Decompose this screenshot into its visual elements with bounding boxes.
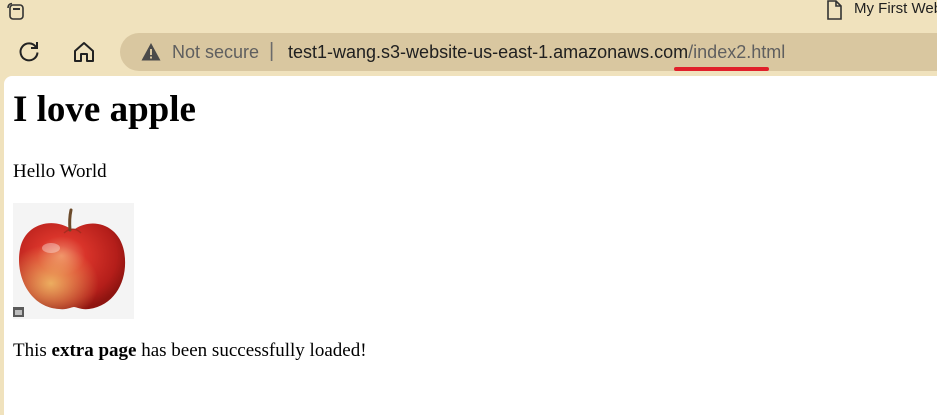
page-heading: I love apple bbox=[13, 89, 196, 130]
page-viewport: I love apple Hello World This extra page… bbox=[4, 76, 937, 415]
url-text[interactable]: test1-wang.s3-website-us-east-1.amazonaw… bbox=[288, 42, 785, 62]
hello-text: Hello World bbox=[13, 161, 107, 182]
status-text-end: has been successfully loaded! bbox=[136, 340, 367, 361]
browser-toolbar: Not secure | test1-wang.s3-website-us-ea… bbox=[0, 28, 937, 76]
tab-strip: My First Website bbox=[0, 0, 937, 28]
security-status[interactable]: Not secure bbox=[172, 42, 259, 62]
home-icon[interactable] bbox=[70, 38, 98, 66]
address-separator: | bbox=[269, 40, 275, 62]
refresh-icon[interactable] bbox=[15, 38, 43, 66]
status-text-start: This bbox=[13, 340, 52, 361]
image-placeholder-icon bbox=[13, 307, 24, 317]
url-host: test1-wang.s3-website-us-east-1.amazonaw… bbox=[288, 42, 689, 62]
status-message: This extra page has been successfully lo… bbox=[13, 340, 367, 362]
warning-icon[interactable] bbox=[141, 42, 161, 62]
url-path: /index2.html bbox=[688, 42, 786, 62]
address-bar[interactable]: Not secure | test1-wang.s3-website-us-ea… bbox=[120, 33, 937, 71]
url-annotation-underline bbox=[674, 67, 769, 71]
apple-image bbox=[13, 203, 134, 319]
browser-tab[interactable]: My First Website bbox=[818, 0, 937, 22]
apple-icon bbox=[19, 208, 126, 310]
document-icon bbox=[827, 0, 842, 20]
status-text-bold: extra page bbox=[51, 340, 137, 361]
tab-actions-icon[interactable] bbox=[6, 2, 28, 22]
tab-title: My First Website bbox=[854, 0, 937, 17]
